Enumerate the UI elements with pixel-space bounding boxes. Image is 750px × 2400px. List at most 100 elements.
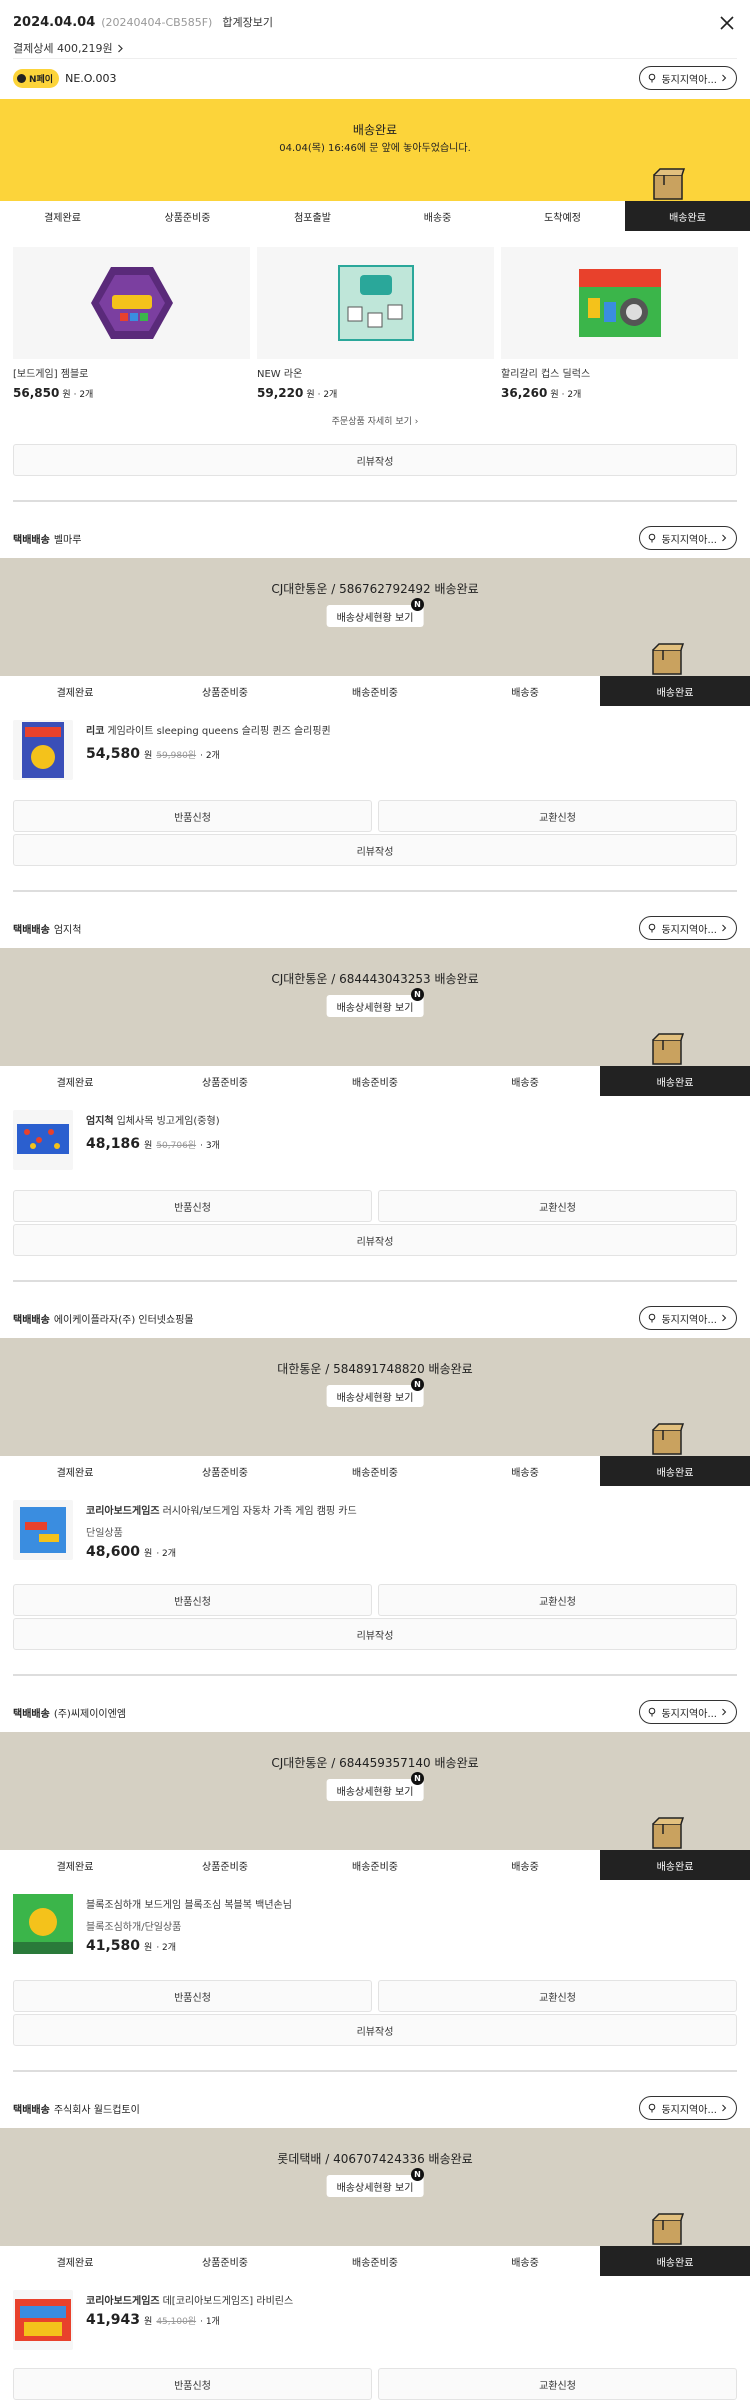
review-button[interactable]: 리뷰작성 (13, 2014, 737, 2046)
new-badge: N (411, 1378, 424, 1391)
carrier-tracking: CJ대한통운 / 684459357140 배송완료 (271, 1756, 479, 1770)
delivery-box-icon (652, 1423, 685, 1455)
section-divider (13, 500, 737, 502)
order-number: (20240404-CB585F) (101, 16, 213, 29)
shipment-item[interactable]: 엄지척 입체사목 빙고게임(중형) 48,186 원 50,706원 · 3개 (13, 1110, 737, 1180)
shipment-status-banner: 대한통운 / 584891748820 배송완료 배송상세현황 보기 N (0, 1338, 750, 1456)
delivery-progress: 결제완료 상품준비중 배송준비중 배송중 배송완료 (0, 676, 750, 706)
review-button[interactable]: 리뷰작성 (13, 1618, 737, 1650)
exchange-button[interactable]: 교환신청 (378, 1190, 737, 1222)
delivery-box-icon (652, 1817, 685, 1849)
step-preparing: 상품준비중 (164, 212, 211, 224)
chevron-right-icon (722, 924, 727, 932)
delivery-box-icon (653, 168, 686, 200)
delivery-progress: 결제완료 상품준비중 배송준비중 배송중 배송완료 (0, 2246, 750, 2276)
section-divider (13, 2070, 737, 2072)
delivery-progress: 결제완료 상품준비중 배송준비중 배송중 배송완료 (0, 1456, 750, 1486)
shipment-status-banner: CJ대한통운 / 684459357140 배송완료 배송상세현황 보기 N (0, 1732, 750, 1850)
tracking-detail-button[interactable]: 배송상세현황 보기 (326, 1385, 424, 1407)
step-delivered: 배송완료 (625, 201, 750, 231)
location-pin-icon (649, 533, 656, 543)
location-pin-icon (649, 73, 656, 83)
chevron-right-icon (722, 74, 727, 82)
review-button[interactable]: 리뷰작성 (13, 1224, 737, 1256)
shipment-status-banner: CJ대한통운 / 684443043253 배송완료 배송상세현황 보기 N (0, 948, 750, 1066)
order-date: 2024.04.04 (13, 15, 96, 30)
nearby-button[interactable]: 동지지역아... (639, 1306, 737, 1330)
return-button[interactable]: 반품신청 (13, 1584, 372, 1616)
step-shipping: 배송중 (423, 212, 452, 224)
shipment-seller-header: 택배배송 주식회사 월드컵토이 동지지역아... (13, 2096, 737, 2120)
chevron-right-icon (722, 1314, 727, 1322)
delivery-box-icon (652, 643, 685, 675)
location-pin-icon (649, 2103, 656, 2113)
new-badge: N (411, 988, 424, 1001)
location-pin-icon (649, 923, 656, 933)
shipment-seller-header: 택배배송 에이케이플라자(주) 인터넷쇼핑몰 동지지역아... (13, 1306, 737, 1330)
product-image (13, 1500, 73, 1560)
review-button[interactable]: 리뷰작성 (13, 834, 737, 866)
section-divider (13, 1674, 737, 1676)
exchange-button[interactable]: 교환신청 (378, 800, 737, 832)
raon-box-image (337, 265, 414, 341)
shipment-item[interactable]: 코리아보드게임즈 러시아워/보드게임 자동차 가족 게임 캠핑 카드 단일상품 4… (13, 1500, 737, 1570)
shipment-seller-header: 택배배송 (주)씨제이이엔엠 동지지역아... (13, 1700, 737, 1724)
nearby-button[interactable]: 동지지역아... (639, 526, 737, 550)
product-card[interactable]: [보드게임] 젬블로 56,850 원 · 2개 (13, 247, 250, 400)
tracking-detail-button[interactable]: 배송상세현황 보기 (326, 1779, 424, 1801)
shipment-seller-header: 택배배송 벨마루 동지지역아... (13, 526, 737, 550)
invoice-link[interactable]: 합계장보기 (222, 14, 273, 30)
payment-detail-label: 결제상세 400,219원 (13, 42, 113, 55)
delivery-message: 04.04(목) 16:46에 문 앞에 놓아두었습니다. (279, 143, 471, 154)
section-divider (13, 1280, 737, 1282)
product-image (13, 720, 73, 780)
tracking-detail-button[interactable]: 배송상세현황 보기 (326, 605, 424, 627)
tracking-detail-button[interactable]: 배송상세현황 보기 (326, 995, 424, 1017)
step-dispatched: 첨포출발 (294, 212, 331, 224)
shipment-item[interactable]: 리코 게임라이트 sleeping queens 슬리핑 퀸즈 슬리핑퀸 54,5… (13, 720, 737, 790)
step-paid: 결제완료 (44, 212, 81, 224)
new-badge: N (411, 2168, 424, 2181)
product-card[interactable]: NEW 라온 59,220 원 · 2개 (257, 247, 494, 400)
return-button[interactable]: 반품신청 (13, 1980, 372, 2012)
order-header: 2024.04.04 (20240404-CB585F) 합계장보기 결제상세 … (0, 0, 750, 95)
section-divider (13, 890, 737, 892)
return-button[interactable]: 반품신청 (13, 800, 372, 832)
shipment-item[interactable]: 코리아보드게임즈 데[코리아보드게임즈] 라비린스 41,943 원 45,100원 ·… (13, 2290, 737, 2360)
delivery-progress: 결제완료 상품준비중 배송준비중 배송중 배송완료 (0, 1850, 750, 1880)
shipment-item[interactable]: 블록조심하개 보드게임 블록조심 복블복 백년손님 블록조심하개/단일상품 41… (13, 1894, 737, 1964)
delivery-box-icon (652, 1033, 685, 1065)
payment-detail-link[interactable]: 결제상세 400,219원 (13, 40, 737, 56)
halli-galli-box-image (578, 269, 661, 337)
exchange-button[interactable]: 교환신청 (378, 1980, 737, 2012)
carrier-tracking: CJ대한통운 / 684443043253 배송완료 (271, 972, 479, 986)
return-button[interactable]: 반품신청 (13, 1190, 372, 1222)
close-icon[interactable] (718, 14, 736, 32)
new-badge: N (411, 1772, 424, 1785)
step-arriving: 도착예정 (544, 212, 581, 224)
order-detail-link[interactable]: 주문상품 자세히 보기 › (0, 414, 750, 427)
chevron-right-icon (722, 534, 727, 542)
shipment-status-banner: CJ대한통운 / 586762792492 배송완료 배송상세현황 보기 N (0, 558, 750, 676)
delivery-status: 배송완료 (352, 123, 398, 137)
carrier-tracking: 대한통운 / 584891748820 배송완료 (277, 1362, 473, 1376)
exchange-button[interactable]: 교환신청 (378, 1584, 737, 1616)
exchange-button[interactable]: 교환신청 (378, 2368, 737, 2400)
nearby-button[interactable]: 동지지역아... (639, 66, 737, 90)
tracking-detail-button[interactable]: 배송상세현황 보기 (326, 2175, 424, 2197)
product-image (257, 247, 494, 359)
product-image (13, 1894, 73, 1954)
nearby-button[interactable]: 동지지역아... (639, 916, 737, 940)
store-name[interactable]: NE.O.003 (65, 72, 116, 85)
product-image (13, 1110, 73, 1170)
carrier-tracking: 롯데택배 / 406707424336 배송완료 (277, 2152, 473, 2166)
store-row: N페이 NE.O.003 동지지역아... (13, 66, 737, 90)
product-image (13, 247, 250, 359)
nearby-button[interactable]: 동지지역아... (639, 2096, 737, 2120)
product-image (13, 2290, 73, 2350)
delivery-status-banner: 배송완료 04.04(목) 16:46에 문 앞에 놓아두었습니다. (0, 99, 750, 201)
product-card[interactable]: 할리갈리 컵스 딜럭스 36,260 원 · 2개 (501, 247, 738, 400)
return-button[interactable]: 반품신청 (13, 2368, 372, 2400)
nearby-button[interactable]: 동지지역아... (639, 1700, 737, 1724)
review-button[interactable]: 리뷰작성 (13, 444, 737, 476)
